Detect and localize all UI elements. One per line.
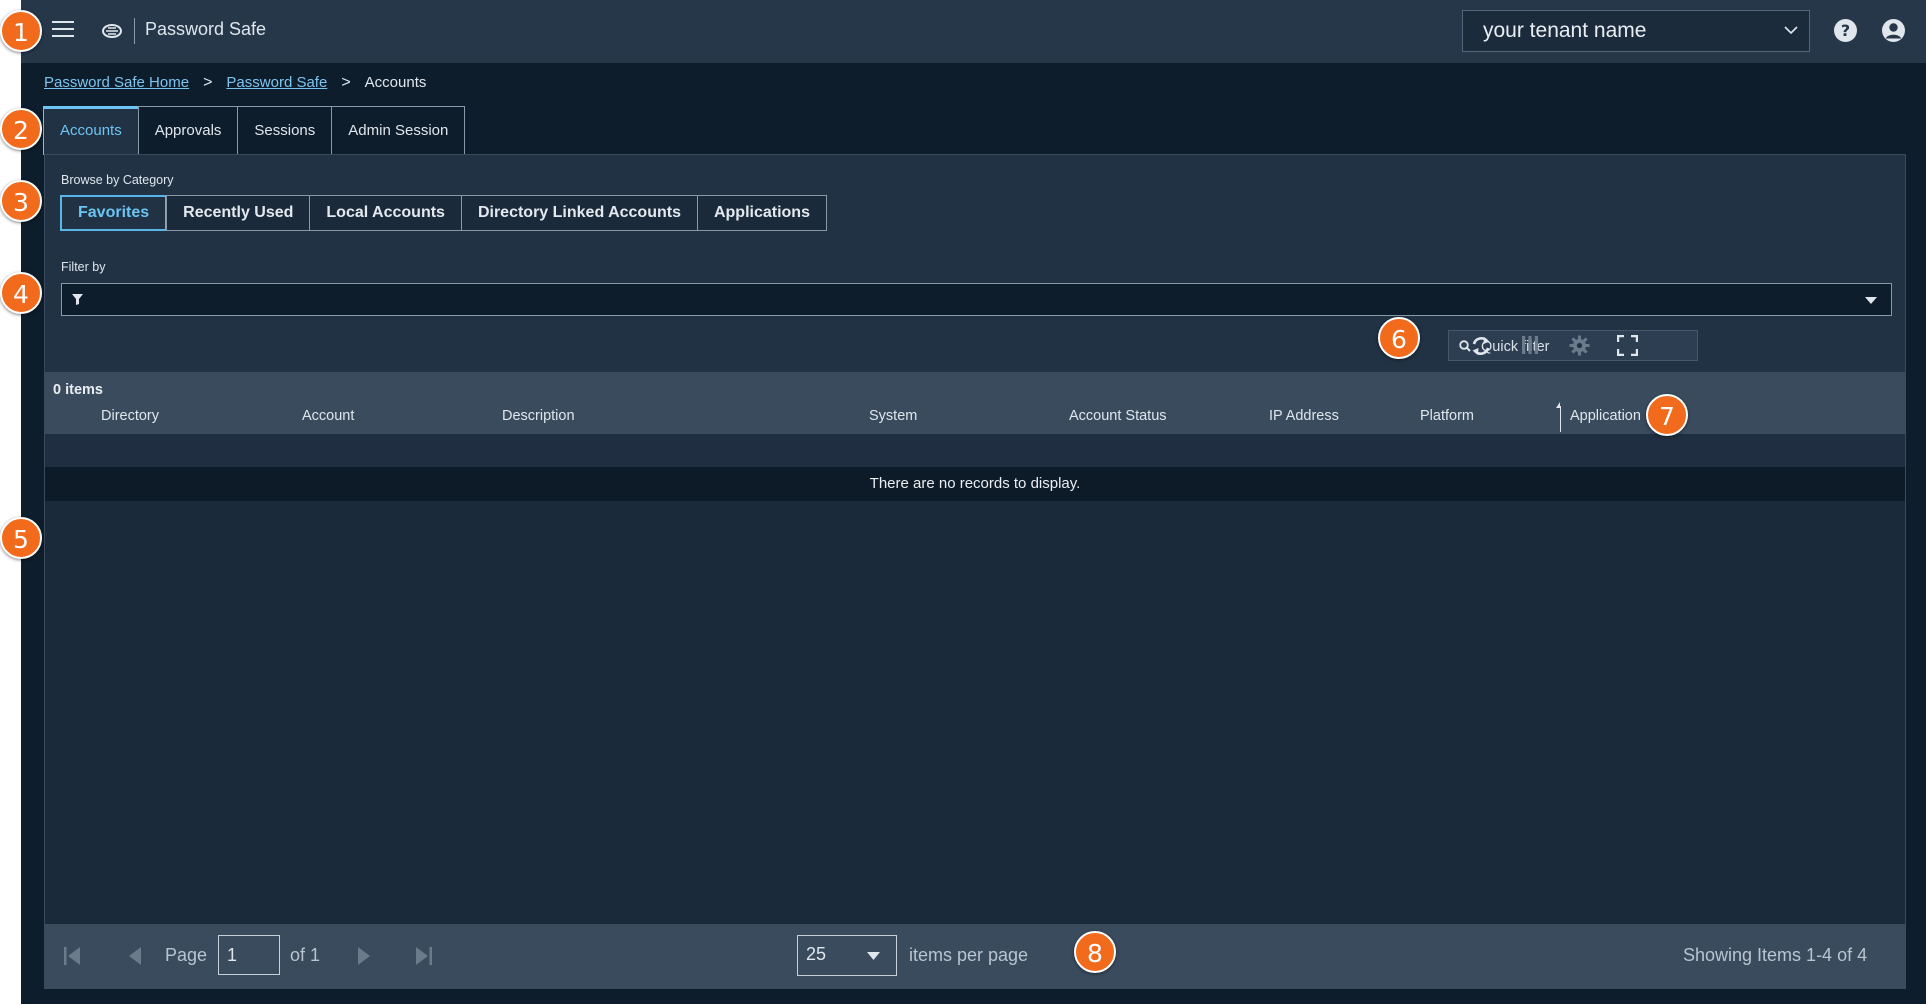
items-per-page-label: items per page: [909, 945, 1029, 965]
svg-text:?: ?: [1841, 21, 1850, 40]
tab-admin-session[interactable]: Admin Session: [331, 106, 466, 155]
grid-body: There are no records to display.: [45, 434, 1905, 924]
caret-down-icon: [1865, 297, 1877, 304]
main-tabs: Accounts Approvals Sessions Admin Sessio…: [43, 106, 466, 155]
browse-by-category-label: Browse by Category: [61, 173, 174, 187]
tenant-select[interactable]: your tenant name: [1462, 10, 1810, 52]
grid-header: 0 items Directory Account Description Sy…: [45, 372, 1905, 434]
column-header-platform[interactable]: Platform: [1420, 408, 1474, 424]
user-account-icon[interactable]: [1881, 18, 1906, 43]
table-row: [45, 434, 1905, 467]
items-count: 0 items: [53, 382, 103, 398]
callout-6: 6: [1378, 317, 1420, 359]
next-page-icon[interactable]: [357, 946, 371, 966]
pager: Page of 1 25 items per page Showing Item…: [45, 924, 1905, 988]
first-page-icon[interactable]: [63, 946, 81, 966]
app-window: Password Safe your tenant name ? Passwor…: [21, 0, 1926, 1004]
column-header-account-status[interactable]: Account Status: [1069, 408, 1167, 424]
tab-sessions[interactable]: Sessions: [237, 106, 333, 155]
title-divider: [134, 18, 135, 44]
breadcrumb-separator: >: [203, 74, 213, 91]
callout-7: 7: [1646, 394, 1688, 436]
tab-accounts[interactable]: Accounts: [43, 106, 139, 155]
breadcrumb-current: Accounts: [364, 74, 427, 91]
items-per-page-value: 25: [806, 944, 827, 964]
breadcrumb-link-password-safe[interactable]: Password Safe: [226, 74, 327, 91]
refresh-icon[interactable]: [1470, 335, 1492, 357]
hamburger-menu-icon[interactable]: [52, 21, 74, 39]
top-bar: Password Safe your tenant name ?: [21, 0, 1926, 63]
chevron-down-icon: [1784, 26, 1798, 35]
app-title: Password Safe: [145, 19, 267, 39]
last-page-icon[interactable]: [415, 946, 433, 966]
breadcrumb-separator: >: [341, 74, 351, 91]
tenant-name: your tenant name: [1483, 19, 1647, 42]
page-label: Page: [165, 945, 208, 965]
column-header-ip-address[interactable]: IP Address: [1269, 408, 1339, 424]
filter-by-label: Filter by: [61, 260, 106, 274]
column-header-account[interactable]: Account: [302, 408, 354, 424]
empty-message: There are no records to display.: [45, 467, 1905, 501]
column-header-description[interactable]: Description: [502, 408, 575, 424]
category-local-accounts[interactable]: Local Accounts: [309, 195, 462, 231]
help-icon[interactable]: ?: [1833, 18, 1858, 43]
callout-4: 4: [0, 272, 42, 314]
page-number-input[interactable]: [218, 935, 280, 975]
callout-1: 1: [0, 10, 42, 52]
callout-8: 8: [1074, 931, 1116, 973]
category-favorites[interactable]: Favorites: [60, 195, 168, 231]
tab-approvals[interactable]: Approvals: [137, 106, 239, 155]
breadcrumb-link-home[interactable]: Password Safe Home: [44, 74, 189, 91]
items-per-page-select[interactable]: 25: [797, 935, 897, 976]
showing-items-label: Showing Items 1-4 of 4: [1683, 945, 1868, 965]
callout-3: 3: [0, 180, 42, 222]
filter-select[interactable]: [61, 283, 1892, 316]
callout-2: 2: [0, 108, 42, 150]
column-header-system[interactable]: System: [869, 408, 917, 424]
settings-icon[interactable]: [1569, 335, 1590, 356]
callout-5: 5: [0, 517, 42, 559]
column-resize-handle[interactable]: [1560, 406, 1561, 432]
previous-page-icon[interactable]: [128, 946, 142, 966]
funnel-icon: [72, 294, 83, 305]
accounts-panel: Browse by Category Favorites Recently Us…: [44, 154, 1906, 989]
column-header-application[interactable]: Application: [1570, 408, 1641, 424]
category-buttons: Favorites Recently Used Local Accounts D…: [60, 195, 827, 231]
page-of-label: of 1: [290, 945, 321, 965]
caret-down-icon: [867, 952, 880, 960]
beyondtrust-logo-icon: [102, 24, 122, 38]
breadcrumb: Password Safe Home > Password Safe > Account…: [44, 74, 426, 94]
fullscreen-icon[interactable]: [1617, 335, 1638, 356]
category-recently-used[interactable]: Recently Used: [166, 195, 311, 231]
column-header-directory[interactable]: Directory: [101, 408, 159, 424]
columns-icon[interactable]: [1521, 335, 1539, 355]
category-applications[interactable]: Applications: [696, 195, 827, 231]
category-directory-linked-accounts[interactable]: Directory Linked Accounts: [460, 195, 698, 231]
